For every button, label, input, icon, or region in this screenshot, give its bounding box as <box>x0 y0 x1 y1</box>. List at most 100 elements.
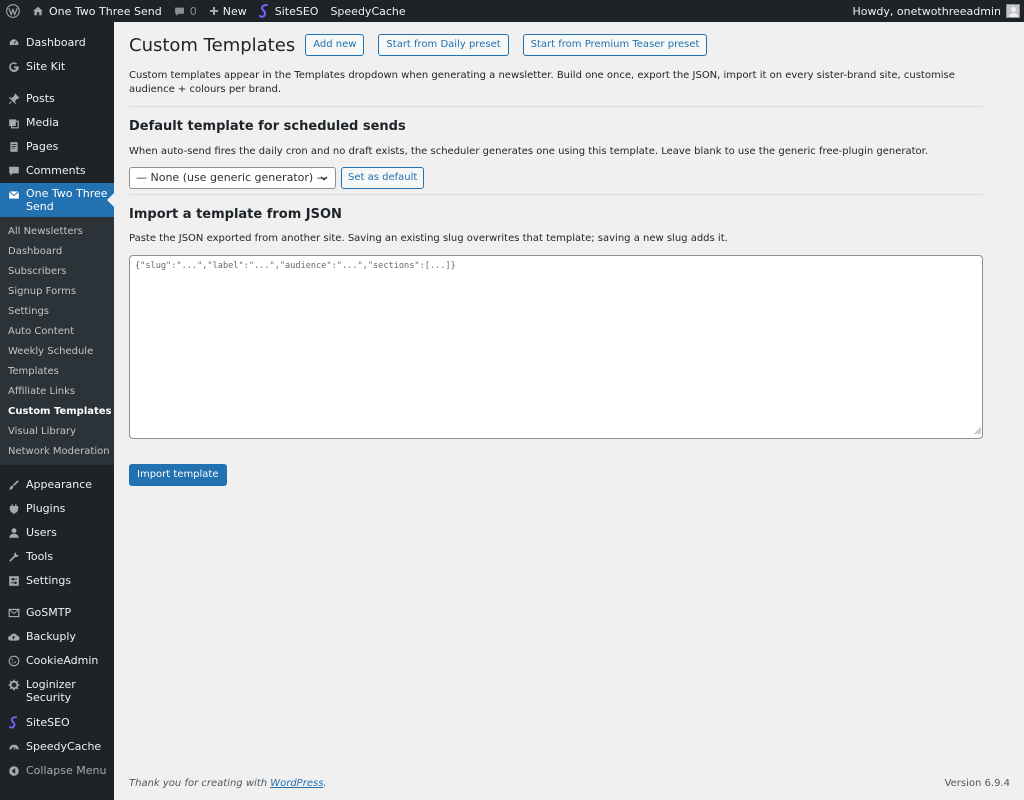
gear-icon <box>7 678 20 691</box>
speedycache-label: SpeedyCache <box>330 4 406 18</box>
submenu-settings[interactable]: Settings <box>0 302 114 322</box>
menu-cookieadmin[interactable]: CookieAdmin <box>0 649 114 673</box>
menu-pages[interactable]: Pages <box>0 135 114 159</box>
plugin-icon <box>7 502 20 515</box>
menu-gosmtp[interactable]: GoSMTP <box>0 601 114 625</box>
set-as-default-button[interactable]: Set as default <box>341 167 425 189</box>
submenu-network-moderation[interactable]: Network Moderation <box>0 442 114 462</box>
menu-media[interactable]: Media <box>0 111 114 135</box>
comment-icon <box>7 164 20 177</box>
menu-label: GoSMTP <box>26 606 72 619</box>
add-new-button[interactable]: Add new <box>305 34 365 56</box>
divider <box>129 106 983 107</box>
site-name-link[interactable]: One Two Three Send <box>26 0 168 22</box>
menu-label: Appearance <box>26 478 93 491</box>
site-name: One Two Three Send <box>49 4 162 18</box>
daily-preset-button[interactable]: Start from Daily preset <box>378 34 509 56</box>
menu-one-two-three-send[interactable]: One Two Three Send <box>0 183 114 217</box>
import-template-button[interactable]: Import template <box>129 464 227 486</box>
cloud-icon <box>7 630 20 643</box>
menu-label: SpeedyCache <box>26 740 102 753</box>
submenu-all-newsletters[interactable]: All Newsletters <box>0 222 114 242</box>
menu-label: Pages <box>26 140 59 153</box>
import-template-description: Paste the JSON exported from another sit… <box>129 233 728 244</box>
menu-settings[interactable]: Settings <box>0 569 114 593</box>
menu-loginizer-security[interactable]: Loginizer Security <box>0 673 114 711</box>
submenu-signup-forms[interactable]: Signup Forms <box>0 282 114 302</box>
submenu-auto-content[interactable]: Auto Content <box>0 322 114 342</box>
admin-bar: One Two Three Send 0 New SiteSEO SpeedyC… <box>0 0 1024 22</box>
menu-label: Media <box>26 116 60 129</box>
email-icon <box>7 188 20 201</box>
template-json-textarea[interactable]: {"slug":"...","label":"...","audience":"… <box>129 255 983 439</box>
comments-link[interactable]: 0 <box>168 0 203 22</box>
new-content-link[interactable]: New <box>203 0 253 22</box>
menu-label: Plugins <box>26 502 66 515</box>
collapse-label: Collapse Menu <box>26 764 107 777</box>
wordpress-logo-icon[interactable] <box>0 0 26 22</box>
menu-dashboard[interactable]: Dashboard <box>0 31 114 55</box>
footer-thanks-suffix: . <box>323 778 327 789</box>
submenu-weekly-schedule[interactable]: Weekly Schedule <box>0 342 114 362</box>
menu-label: Comments <box>26 164 86 177</box>
settings-icon <box>7 574 20 587</box>
default-template-description: When auto-send fires the daily cron and … <box>129 146 929 157</box>
wordpress-link[interactable]: WordPress <box>270 778 323 789</box>
wrench-icon <box>7 550 20 563</box>
menu-siteseo[interactable]: SiteSEO <box>0 711 114 735</box>
page-title: Custom Templates <box>129 34 296 56</box>
menu-backuply[interactable]: Backuply <box>0 625 114 649</box>
menu-appearance[interactable]: Appearance <box>0 473 114 497</box>
cookie-icon <box>7 654 20 667</box>
home-icon <box>32 5 44 17</box>
submenu-visual-library[interactable]: Visual Library <box>0 422 114 442</box>
my-account-link[interactable]: Howdy, onetwothreeadmin <box>846 0 1020 22</box>
user-icon <box>7 526 20 539</box>
collapse-menu-button[interactable]: Collapse Menu <box>0 759 114 783</box>
menu-users[interactable]: Users <box>0 521 114 545</box>
menu-label: SiteSEO <box>26 716 70 729</box>
avatar-icon <box>1006 4 1020 18</box>
menu-speedycache[interactable]: SpeedyCache <box>0 735 114 759</box>
page-header: Custom Templates Add new Start from Dail… <box>129 34 721 56</box>
menu-label: Settings <box>26 574 72 587</box>
admin-sidebar: Dashboard Site Kit Posts Media Pages Com… <box>0 22 114 800</box>
submenu-dashboard[interactable]: Dashboard <box>0 242 114 262</box>
menu-label: One Two Three Send <box>26 187 108 213</box>
menu-tools[interactable]: Tools <box>0 545 114 569</box>
speedycache-link[interactable]: SpeedyCache <box>324 0 411 22</box>
menu-comments[interactable]: Comments <box>0 159 114 183</box>
menu-label: CookieAdmin <box>26 654 99 667</box>
menu-posts[interactable]: Posts <box>0 87 114 111</box>
brush-icon <box>7 478 20 491</box>
menu-site-kit[interactable]: Site Kit <box>0 55 114 79</box>
submenu-custom-templates[interactable]: Custom Templates <box>0 402 114 422</box>
speedometer-icon <box>7 740 20 753</box>
menu-label: Dashboard <box>26 36 86 49</box>
envelope-icon <box>7 606 20 619</box>
divider <box>129 194 983 195</box>
resize-handle-icon[interactable] <box>974 427 982 437</box>
submenu-affiliate-links[interactable]: Affiliate Links <box>0 382 114 402</box>
menu-label: Site Kit <box>26 60 66 73</box>
menu-label: Posts <box>26 92 55 105</box>
premium-teaser-preset-button[interactable]: Start from Premium Teaser preset <box>522 34 708 56</box>
textarea-placeholder: {"slug":"...","label":"...","audience":"… <box>135 261 456 271</box>
menu-plugins[interactable]: Plugins <box>0 497 114 521</box>
pin-icon <box>7 92 20 105</box>
intro-text: Custom templates appear in the Templates… <box>129 70 955 95</box>
siteseo-icon <box>7 716 20 729</box>
comment-bubble-icon <box>174 6 185 17</box>
media-icon <box>7 116 20 129</box>
plus-icon <box>209 6 219 16</box>
submenu-subscribers[interactable]: Subscribers <box>0 262 114 282</box>
chevron-down-icon <box>318 171 330 191</box>
comments-count: 0 <box>189 4 197 18</box>
menu-label: Users <box>26 526 57 539</box>
main-content: Custom Templates Add new Start from Dail… <box>114 22 1024 800</box>
default-template-select[interactable]: — None (use generic generator) — <box>129 167 336 189</box>
siteseo-link[interactable]: SiteSEO <box>253 0 325 22</box>
submenu-one-two-three-send: All Newsletters Dashboard Subscribers Si… <box>0 217 114 465</box>
siteseo-icon <box>258 4 269 18</box>
submenu-templates[interactable]: Templates <box>0 362 114 382</box>
